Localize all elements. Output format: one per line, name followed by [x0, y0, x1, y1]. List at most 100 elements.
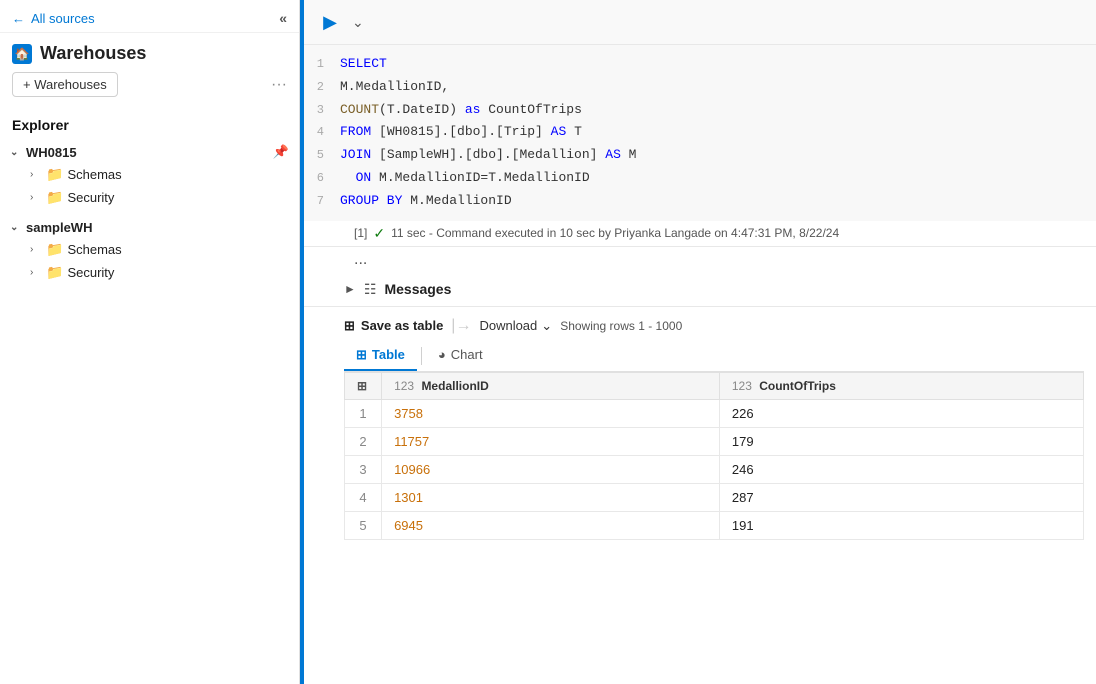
download-button[interactable]: Download ⌄: [479, 318, 552, 334]
medallion-type-label: 123: [394, 379, 414, 393]
dropdown-button[interactable]: ⌄: [352, 14, 364, 31]
messages-icon: ☷: [364, 281, 377, 298]
code-line-5: 5 JOIN [SampleWH].[dbo].[Medallion] AS M: [304, 144, 1096, 167]
tree-item-wh0815-security[interactable]: › 📁 Security: [6, 186, 293, 209]
medallion-id-cell: 10966: [382, 455, 720, 483]
download-label: Download: [479, 318, 537, 333]
samplewh-schemas-label: Schemas: [67, 242, 121, 257]
chevron-right-icon: ›: [30, 192, 42, 203]
tree-item-wh0815-schemas[interactable]: › 📁 Schemas: [6, 163, 293, 186]
editor-results: ▶ ⌄ 1 SELECT 2 M.MedallionID, 3 COU: [304, 0, 1096, 684]
table-grid-icon: ⊞: [344, 318, 355, 334]
medallion-id-cell: 1301: [382, 483, 720, 511]
showing-rows-label: Showing rows 1 - 1000: [560, 319, 682, 333]
medallion-id-cell: 3758: [382, 399, 720, 427]
wh0815-schemas-label: Schemas: [67, 167, 121, 182]
table-row: 13758226: [345, 399, 1084, 427]
pin-icon: 📌: [273, 144, 289, 160]
explorer-label: Explorer: [0, 107, 299, 139]
chevron-right-icon: ›: [30, 169, 42, 180]
tree-item-samplewh-security[interactable]: › 📁 Security: [6, 261, 293, 284]
messages-label: Messages: [384, 281, 451, 297]
warehouses-section: 🏠 Warehouses + Warehouses ···: [0, 33, 299, 107]
count-cell: 191: [719, 511, 1083, 539]
code-line-2: 2 M.MedallionID,: [304, 76, 1096, 99]
code-line-7: 7 GROUP BY M.MedallionID: [304, 190, 1096, 213]
folder-icon: 📁: [46, 241, 63, 258]
row-num-cell: 4: [345, 483, 382, 511]
row-num-cell: 3: [345, 455, 382, 483]
samplewh-label: sampleWH: [26, 220, 92, 235]
code-line-4: 4 FROM [WH0815].[dbo].[Trip] AS T: [304, 121, 1096, 144]
ellipsis-indicator: ...: [304, 247, 1096, 273]
folder-icon: 📁: [46, 166, 63, 183]
medallion-col-label: MedallionID: [421, 379, 488, 393]
code-line-3: 3 COUNT(T.DateID) as CountOfTrips: [304, 99, 1096, 122]
results-area: ⊞ Save as table |→ Download ⌄ Showing ro…: [304, 307, 1096, 684]
count-col-label: CountOfTrips: [759, 379, 836, 393]
warehouse-row: + Warehouses ···: [12, 72, 287, 97]
results-toolbar: ⊞ Save as table |→ Download ⌄ Showing ro…: [344, 307, 1084, 341]
row-num-cell: 1: [345, 399, 382, 427]
table-tab-icon: ⊞: [356, 347, 367, 363]
chart-tab-icon: ◕: [438, 347, 446, 362]
sidebar: ← All sources « 🏠 Warehouses + Warehouse…: [0, 0, 300, 684]
count-cell: 226: [719, 399, 1083, 427]
code-editor: 1 SELECT 2 M.MedallionID, 3 COUNT(T.Date…: [304, 45, 1096, 221]
messages-section: ► ☷ Messages: [304, 273, 1096, 307]
sidebar-header: ← All sources «: [0, 0, 299, 33]
th-row-num: ⊞: [345, 372, 382, 399]
back-link-label: All sources: [31, 11, 95, 26]
samplewh-security-label: Security: [67, 265, 114, 280]
warehouse-icon: 🏠: [12, 44, 32, 64]
content-area: ▶ ⌄ 1 SELECT 2 M.MedallionID, 3 COU: [300, 0, 1096, 684]
table-row: 310966246: [345, 455, 1084, 483]
exec-status-text: 11 sec - Command executed in 10 sec by P…: [391, 226, 839, 240]
table-header-row: ⊞ 123 MedallionID 123 CountOfTrips: [345, 372, 1084, 399]
medallion-id-cell: 6945: [382, 511, 720, 539]
tab-divider: [421, 347, 422, 365]
count-cell: 287: [719, 483, 1083, 511]
code-toolbar: ▶ ⌄: [304, 0, 1096, 45]
count-type-label: 123: [732, 379, 752, 393]
collapse-button[interactable]: «: [279, 10, 287, 26]
th-count-of-trips: 123 CountOfTrips: [719, 372, 1083, 399]
expand-messages-button[interactable]: ►: [344, 282, 356, 296]
check-icon: ✓: [373, 225, 385, 242]
warehouses-title-row: 🏠 Warehouses: [12, 43, 287, 64]
table-body: 1375822621175717931096624641301287569451…: [345, 399, 1084, 539]
tree-item-wh0815[interactable]: ⌄ WH0815 📌: [6, 141, 293, 163]
medallion-id-cell: 11757: [382, 427, 720, 455]
chevron-down-icon: ⌄: [10, 147, 22, 158]
grid-icon: ⊞: [357, 379, 367, 393]
row-num-cell: 2: [345, 427, 382, 455]
table-row: 41301287: [345, 483, 1084, 511]
save-as-table-button[interactable]: ⊞ Save as table: [344, 318, 443, 334]
right-panel: ▶ ⌄ 1 SELECT 2 M.MedallionID, 3 COU: [300, 0, 1096, 684]
tree-container: ⌄ WH0815 📌 › 📁 Schemas › 📁 Security ⌄ sa…: [0, 139, 299, 684]
folder-icon: 📁: [46, 264, 63, 281]
wh0815-label: WH0815: [26, 145, 77, 160]
more-options-icon[interactable]: ···: [271, 76, 287, 94]
chevron-right-icon: ›: [30, 244, 42, 255]
row-num-cell: 5: [345, 511, 382, 539]
exec-status: [1] ✓ 11 sec - Command executed in 10 se…: [304, 221, 1096, 247]
folder-icon: 📁: [46, 189, 63, 206]
tab-chart[interactable]: ◕ Chart: [426, 341, 495, 370]
chevron-right-icon: ›: [30, 267, 42, 278]
tree-item-samplewh-schemas[interactable]: › 📁 Schemas: [6, 238, 293, 261]
add-warehouse-button[interactable]: + Warehouses: [12, 72, 118, 97]
table-row: 211757179: [345, 427, 1084, 455]
run-button[interactable]: ▶: [316, 8, 344, 36]
exec-bracket: [1]: [354, 226, 367, 240]
tree-item-samplewh[interactable]: ⌄ sampleWH: [6, 217, 293, 238]
data-table: ⊞ 123 MedallionID 123 CountOfTrips: [344, 372, 1084, 540]
code-line-6: 6 ON M.MedallionID=T.MedallionID: [304, 167, 1096, 190]
back-link[interactable]: ← All sources: [12, 11, 95, 26]
toolbar-separator: |→: [451, 317, 471, 335]
code-line-1: 1 SELECT: [304, 53, 1096, 76]
dropdown-chevron-icon: ⌄: [541, 318, 552, 334]
tab-table[interactable]: ⊞ Table: [344, 341, 417, 371]
warehouses-title: Warehouses: [40, 43, 146, 64]
tab-bar: ⊞ Table ◕ Chart: [344, 341, 1084, 372]
